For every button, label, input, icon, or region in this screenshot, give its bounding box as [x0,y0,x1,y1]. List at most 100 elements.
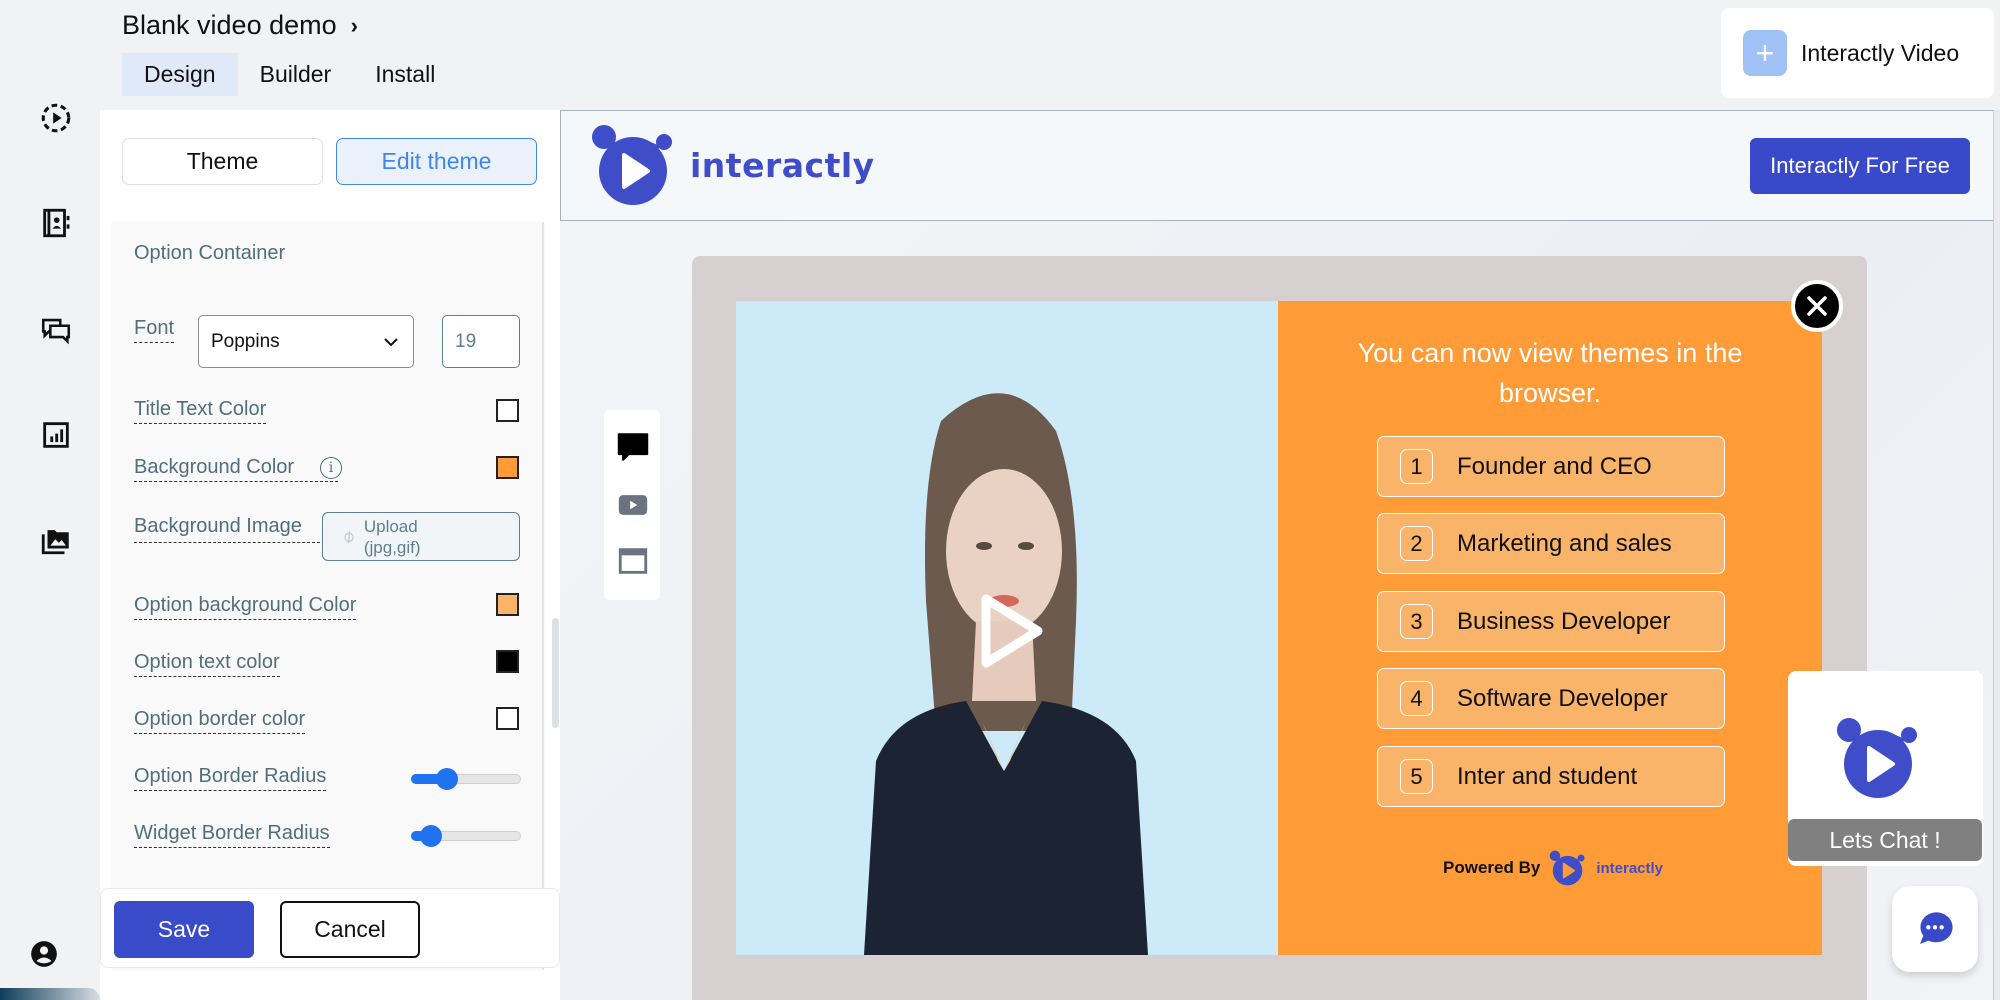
panel-scrollbar[interactable] [552,618,559,728]
background-image-label: Background Image [134,512,320,543]
quiz-question: You can now view themes in the browser. [1357,338,1743,408]
user-account-icon[interactable] [30,940,58,968]
option-text-color-swatch[interactable] [496,650,519,673]
slider-thumb[interactable] [419,825,442,847]
font-family-value: Poppins [211,330,280,352]
interactly-chat-logo-icon [1837,718,1917,798]
option-container-card: Option Container Font Poppins Title Text… [112,222,544,970]
video-player[interactable] [736,301,1278,955]
comment-icon[interactable] [616,430,650,464]
option-number: 4 [1400,681,1433,716]
upload-label: Upload (jpg,gif) [363,516,421,557]
option-border-radius-slider[interactable] [411,768,521,790]
preview-side-toolbar [604,410,660,600]
project-header: Blank video demo › Design Builder Instal… [100,0,560,110]
theme-button[interactable]: Theme [122,138,323,185]
option-number: 2 [1400,526,1433,561]
powered-by-brand: interactly [1596,859,1664,877]
interactly-logo-icon [592,125,672,205]
play-icon[interactable] [976,591,1046,671]
tab-builder[interactable]: Builder [238,53,354,96]
chat-bubbles-icon [41,318,71,345]
brand-header: interactly Interactly For Free [560,110,1998,221]
interactly-for-free-button[interactable]: Interactly For Free [1750,138,1970,194]
lets-chat-label: Lets Chat ! [1788,819,1982,861]
option-text: Inter and student [1457,762,1638,790]
close-button[interactable] [1791,280,1843,332]
slider-thumb[interactable] [436,768,459,790]
background-color-label: Background Color [134,455,339,482]
info-icon[interactable]: i [320,457,342,479]
upload-image-button[interactable]: ⌀ Upload (jpg,gif) [322,512,520,561]
preview-scroll-edge [1993,110,2000,1000]
option-text: Software Developer [1457,684,1668,712]
panel-footer: Save Cancel [100,888,560,968]
option-border-color-swatch[interactable] [496,707,519,730]
tab-bar: Design Builder Install [122,53,457,96]
title-text-color-swatch[interactable] [496,399,519,422]
interactly-logo-small-icon [1550,850,1585,886]
quiz-panel: You can now view themes in the browser. … [1278,301,1822,955]
quiz-option[interactable]: 2 Marketing and sales [1377,513,1725,574]
quiz-option[interactable]: 5 Inter and student [1377,746,1725,807]
option-number: 1 [1400,449,1433,484]
contacts-icon [43,208,70,238]
option-border-color-label: Option border color [134,707,306,734]
tab-install[interactable]: Install [353,53,457,96]
close-icon [1807,296,1827,316]
section-title: Option Container [134,242,286,264]
powered-by[interactable]: Powered By interactly [1443,849,1663,887]
edit-theme-button[interactable]: Edit theme [336,138,537,185]
option-bg-color-label: Option background Color [134,593,357,620]
background-color-label-text: Background Color [134,456,295,478]
option-number: 3 [1400,604,1433,639]
font-size-input[interactable] [442,315,520,368]
tab-design[interactable]: Design [122,53,238,96]
background-color-swatch[interactable] [496,456,519,479]
chat-support-button[interactable] [1892,886,1978,972]
option-bg-color-swatch[interactable] [496,593,519,616]
design-panel: Theme Edit theme Option Container Font P… [100,110,560,1000]
chevron-right-icon: › [350,12,358,38]
quiz-option[interactable]: 4 Software Developer [1377,668,1725,729]
youtube-icon[interactable] [616,488,650,522]
icon-rail [0,0,100,1000]
browser-window-icon[interactable] [616,544,650,578]
quiz-option[interactable]: 3 Business Developer [1377,591,1725,652]
project-title[interactable]: Blank video demo › [122,10,358,41]
video-play-icon [41,103,71,133]
option-text: Founder and CEO [1457,452,1652,480]
lets-chat-widget[interactable]: Lets Chat ! [1788,671,1983,866]
cancel-button[interactable]: Cancel [280,901,420,958]
rail-contacts[interactable] [36,203,76,243]
rail-media[interactable] [36,520,76,560]
widget-border-radius-label: Widget Border Radius [134,821,330,848]
brand-name: interactly [690,145,875,185]
title-text-color-label: Title Text Color [134,397,267,424]
option-text: Marketing and sales [1457,529,1672,557]
rail-conversations[interactable] [36,310,76,350]
media-library-icon [41,530,69,555]
option-text: Business Developer [1457,607,1671,635]
powered-by-label: Powered By [1443,858,1541,877]
save-button[interactable]: Save [114,901,254,958]
new-video-label: Interactly Video [1801,39,1960,66]
option-text-color-label: Option text color [134,650,280,677]
chevron-down-icon [384,337,398,346]
new-interactly-video-button[interactable]: + Interactly Video [1721,8,1994,98]
chat-dots-icon [1920,912,1953,944]
font-label: Font [134,316,175,343]
rail-analytics[interactable] [36,415,76,455]
rail-bottom-decoration [0,988,100,1000]
widget-border-radius-slider[interactable] [411,825,521,847]
brand-logo: interactly [588,123,875,207]
option-border-radius-label: Option Border Radius [134,764,327,791]
font-family-select[interactable]: Poppins [198,315,414,368]
option-number: 5 [1400,759,1433,794]
plus-icon: + [1743,30,1787,76]
analytics-icon [43,422,69,448]
project-title-text: Blank video demo [122,10,337,40]
rail-videos[interactable] [36,98,76,138]
quiz-option[interactable]: 1 Founder and CEO [1377,436,1725,497]
paperclip-icon: ⌀ [337,524,359,548]
